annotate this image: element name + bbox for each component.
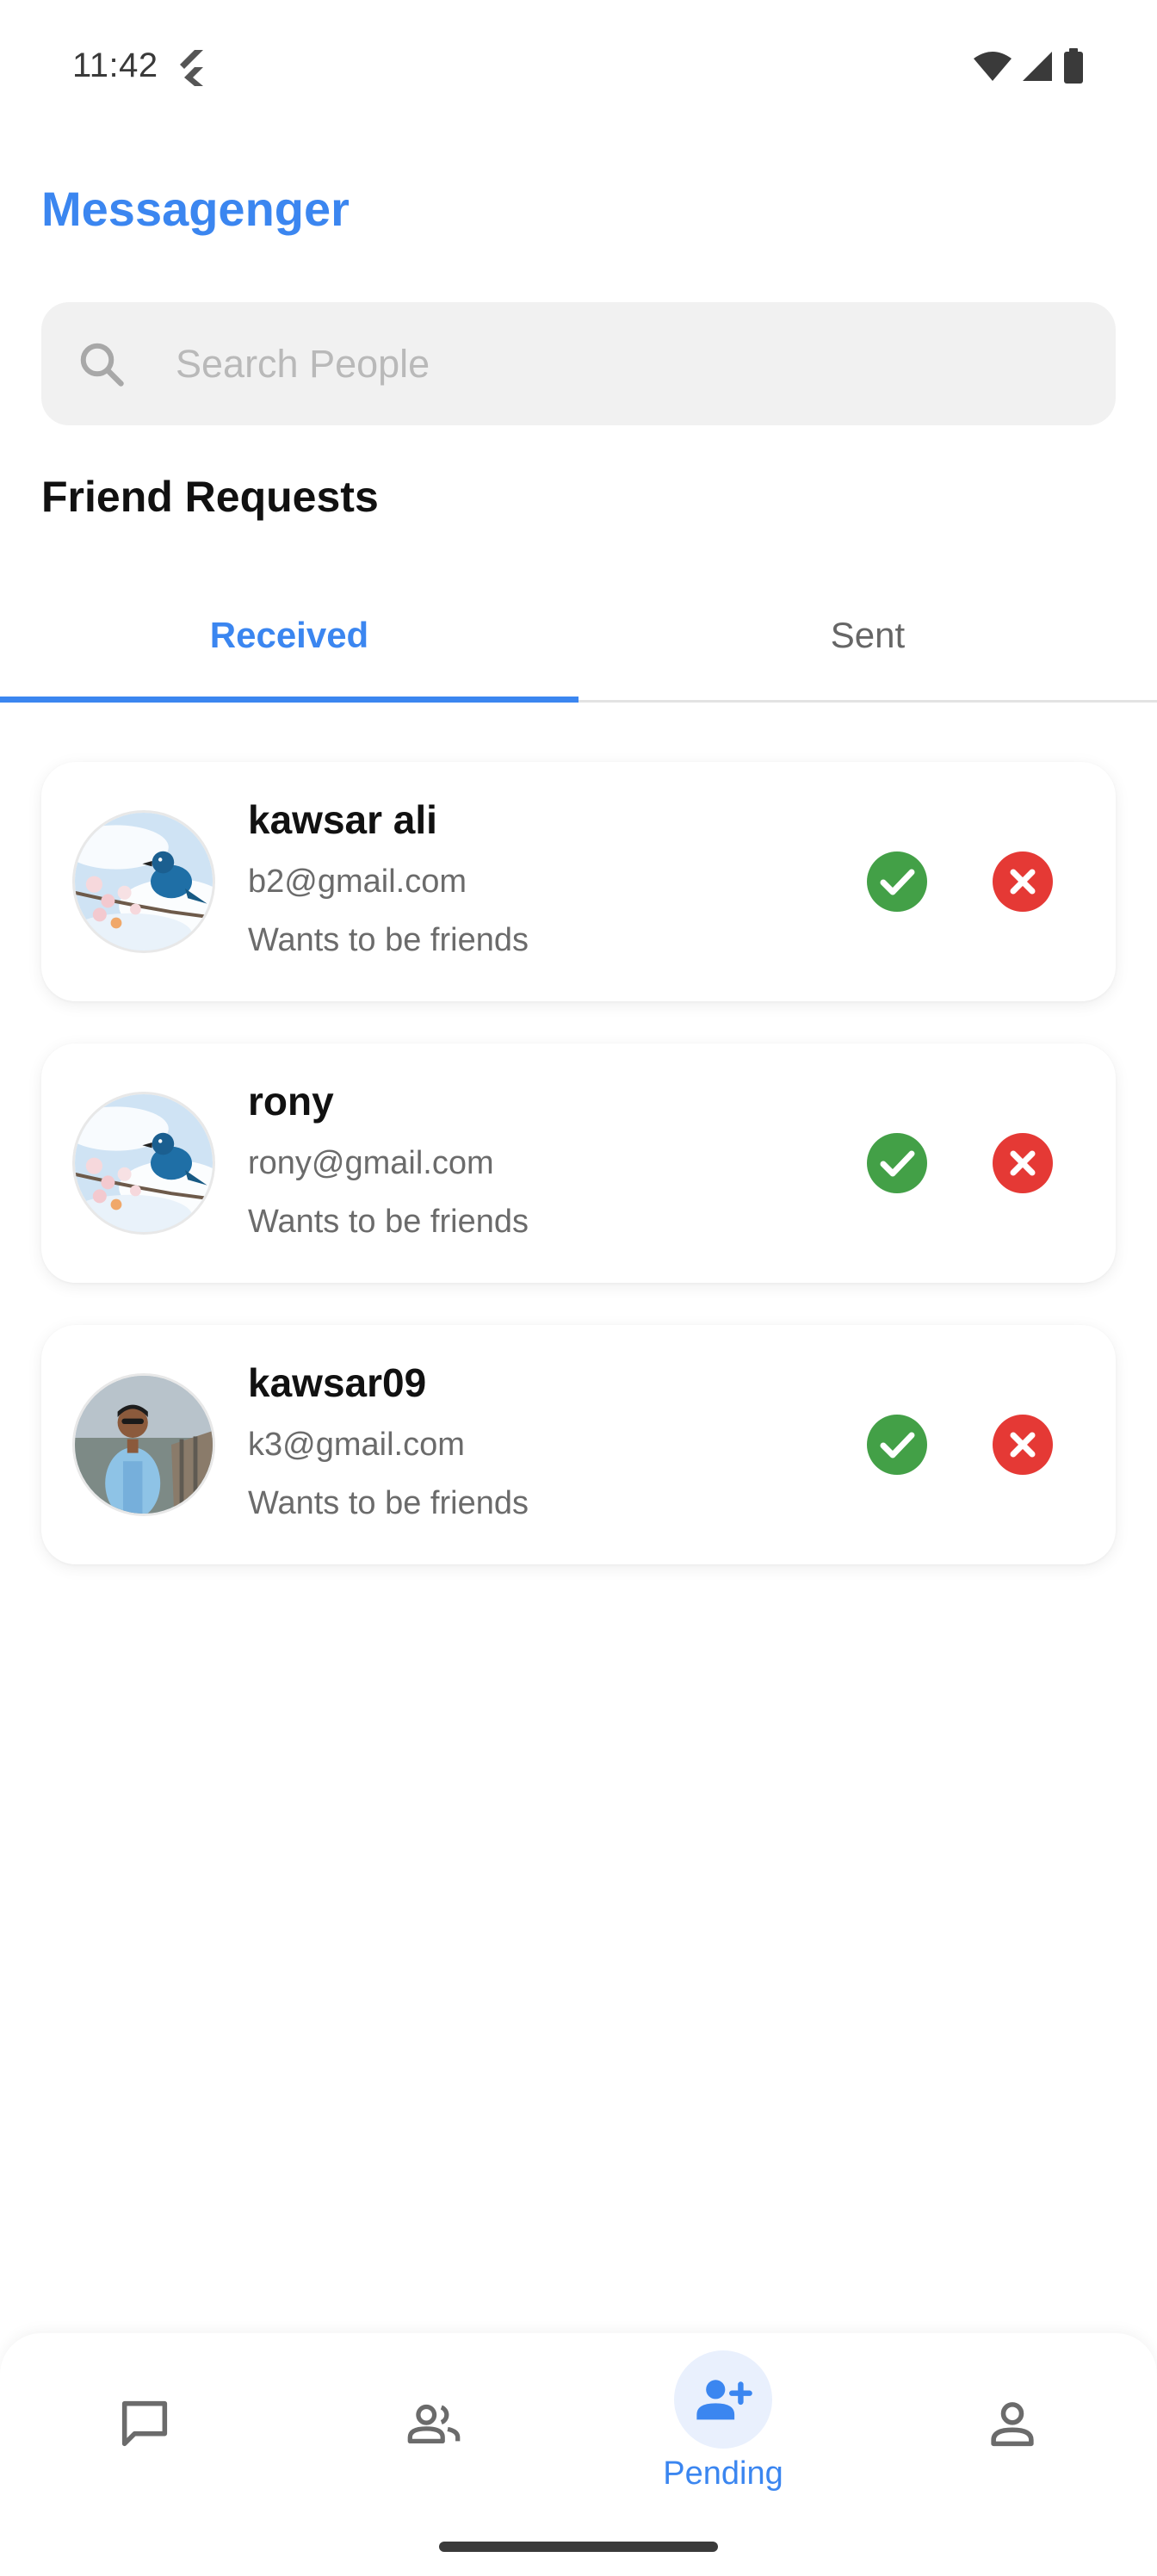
- app-title: Messagenger: [41, 182, 350, 236]
- friend-request-card: kawsar ali b2@gmail.com Wants to be frie…: [41, 762, 1116, 1001]
- chat-icon: [121, 2400, 168, 2447]
- search-icon: [80, 343, 124, 387]
- bird-photo-avatar: [75, 813, 213, 951]
- status-bar: 11:42: [0, 0, 1157, 138]
- accept-button[interactable]: [866, 1414, 928, 1476]
- people-icon: [407, 2404, 461, 2444]
- friend-requests-screen: 11:42 Messagenger Friend Requests: [0, 0, 1157, 2576]
- accept-button[interactable]: [866, 1132, 928, 1194]
- section-title: Friend Requests: [41, 473, 379, 521]
- search-bar[interactable]: [41, 302, 1116, 425]
- avatar: [72, 1092, 215, 1235]
- bottom-navigation: Pending: [0, 2333, 1157, 2576]
- nav-label-pending: Pending: [663, 2455, 783, 2492]
- battery-icon: [1064, 48, 1083, 84]
- request-status: Wants to be friends: [248, 1485, 529, 1521]
- nav-friends[interactable]: [289, 2333, 578, 2523]
- tab-received[interactable]: Received: [0, 568, 578, 703]
- request-email: k3@gmail.com: [248, 1427, 465, 1463]
- request-email: rony@gmail.com: [248, 1145, 494, 1181]
- request-name: rony: [248, 1079, 334, 1124]
- cellular-signal-icon: [1023, 52, 1052, 81]
- nav-chats[interactable]: [0, 2333, 289, 2523]
- request-status: Wants to be friends: [248, 1204, 529, 1240]
- search-input[interactable]: [176, 302, 1071, 425]
- bird-photo-avatar: [75, 1094, 213, 1232]
- friend-request-card: kawsar09 k3@gmail.com Wants to be friend…: [41, 1325, 1116, 1564]
- status-time: 11:42: [72, 46, 158, 84]
- reject-button[interactable]: [992, 851, 1054, 913]
- avatar: [72, 810, 215, 953]
- person-photo-avatar: [75, 1376, 213, 1514]
- wifi-icon: [974, 52, 1012, 81]
- reject-button[interactable]: [992, 1132, 1054, 1194]
- home-indicator[interactable]: [439, 2542, 718, 2552]
- nav-profile[interactable]: [868, 2333, 1157, 2523]
- tab-active-indicator: [0, 697, 578, 703]
- friend-request-card: rony rony@gmail.com Wants to be friends: [41, 1043, 1116, 1283]
- reject-button[interactable]: [992, 1414, 1054, 1476]
- request-name: kawsar ali: [248, 797, 437, 842]
- accept-button[interactable]: [866, 851, 928, 913]
- request-email: b2@gmail.com: [248, 864, 467, 900]
- request-name: kawsar09: [248, 1360, 427, 1405]
- person-add-icon: [696, 2380, 752, 2420]
- request-tabs: Received Sent: [0, 568, 1157, 703]
- profile-icon: [991, 2402, 1034, 2447]
- status-icons: [973, 48, 1085, 84]
- request-status: Wants to be friends: [248, 922, 529, 958]
- flutter-debug-icon: [180, 50, 203, 86]
- tab-sent[interactable]: Sent: [578, 568, 1157, 703]
- nav-pending[interactable]: Pending: [578, 2333, 868, 2523]
- avatar: [72, 1373, 215, 1516]
